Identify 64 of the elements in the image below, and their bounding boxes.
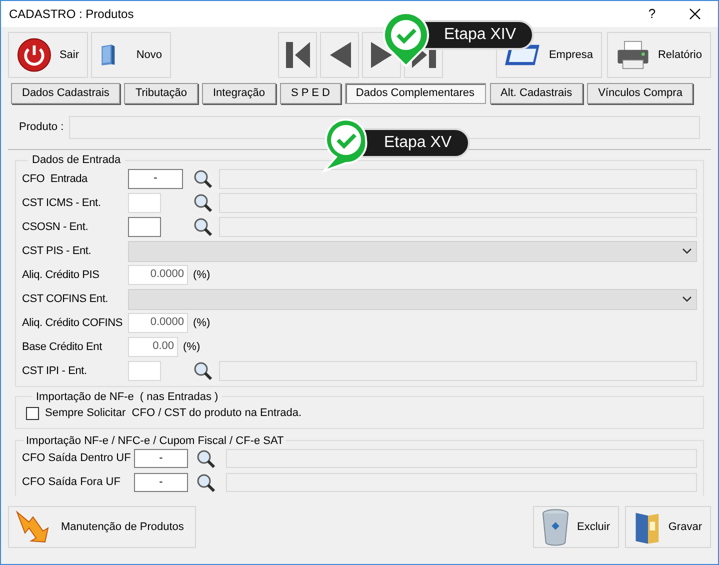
code-field[interactable] xyxy=(128,217,161,237)
number-field[interactable]: 0.00 xyxy=(128,337,178,357)
group-title: Dados de Entrada xyxy=(31,153,122,168)
number-field[interactable]: 0.0000 xyxy=(128,265,188,285)
chevron-icon xyxy=(682,296,692,302)
search-icon[interactable] xyxy=(193,361,213,381)
nav-button[interactable] xyxy=(278,32,317,78)
next-icon xyxy=(368,40,394,70)
field-label: CST PIS - Ent. xyxy=(22,244,92,259)
field-label: CST ICMS - Ent. xyxy=(22,196,102,211)
unit-label: (%) xyxy=(183,340,200,355)
arrow-icon xyxy=(15,510,51,544)
power-icon xyxy=(17,37,52,73)
trash-icon xyxy=(542,508,569,546)
field-label: Aliq. Crédito COFINS xyxy=(22,316,124,331)
action-button[interactable]: Gravar xyxy=(625,506,711,548)
group-title: Importação de NF-e ( nas Entradas ) xyxy=(35,390,220,404)
field-label: CFO Entrada xyxy=(22,172,89,187)
tab[interactable]: Dados Cadastrais xyxy=(11,83,120,104)
field-label: Base Crédito Ent xyxy=(22,340,104,355)
search-icon[interactable] xyxy=(193,193,213,213)
checkbox[interactable] xyxy=(26,406,39,420)
close-icon xyxy=(689,8,701,20)
step-marker-tooltip xyxy=(322,116,370,174)
description-field[interactable] xyxy=(226,473,697,492)
nav-button[interactable] xyxy=(320,32,359,78)
search-icon[interactable] xyxy=(193,217,213,237)
field-label: CST COFINS Ent. xyxy=(22,292,110,307)
field-label: CFO Saída Dentro UF xyxy=(22,451,132,466)
code-field[interactable]: - xyxy=(134,473,188,492)
description-field[interactable] xyxy=(226,449,697,468)
unit-label: (%) xyxy=(193,268,210,283)
unit-label: (%) xyxy=(193,316,210,331)
field-label: CST IPI - Ent. xyxy=(22,364,88,379)
toolbar-button[interactable]: Novo xyxy=(91,32,171,78)
help-button[interactable]: ? xyxy=(632,4,672,24)
description-field[interactable] xyxy=(219,217,697,237)
maintenance-button[interactable]: Manutenção de Produtos xyxy=(8,506,196,548)
description-field[interactable] xyxy=(219,169,697,189)
tab[interactable]: Tributação xyxy=(124,83,198,104)
description-field[interactable] xyxy=(219,193,697,213)
number-field[interactable]: 0.0000 xyxy=(128,313,188,333)
tab[interactable]: S P E D xyxy=(280,83,341,104)
description-field[interactable] xyxy=(219,361,697,381)
tab[interactable]: Vínculos Compra xyxy=(587,83,694,104)
code-field[interactable]: - xyxy=(128,169,183,189)
code-field[interactable]: - xyxy=(134,449,188,468)
action-button[interactable]: Excluir xyxy=(533,506,619,548)
search-icon[interactable] xyxy=(196,472,216,492)
group-title: Importação NF-e / NFC-e / Cupom Fiscal / CF-e SAT xyxy=(25,434,285,448)
search-icon[interactable] xyxy=(193,169,213,189)
checkbox-label: Sempre Solicitar CFO / CST do produto na Entrada. xyxy=(45,406,302,421)
field-label: CFO Saída Fora UF xyxy=(22,475,122,490)
search-icon[interactable] xyxy=(196,448,216,468)
tab[interactable]: Dados Complementares xyxy=(344,83,486,104)
window-title: CADASTRO : Produtos xyxy=(9,6,135,23)
chevron-icon xyxy=(682,248,692,254)
tab[interactable]: Alt. Cadastrais xyxy=(490,83,584,104)
field-label: Produto : xyxy=(19,120,63,136)
toolbar-button[interactable]: Relatório xyxy=(607,32,711,78)
toolbar-button[interactable]: Sair xyxy=(8,32,88,78)
field-label: Aliq. Crédito PIS xyxy=(22,268,100,283)
tab[interactable]: Integração xyxy=(202,83,276,104)
field-label: CSOSN - Ent. xyxy=(22,220,90,235)
